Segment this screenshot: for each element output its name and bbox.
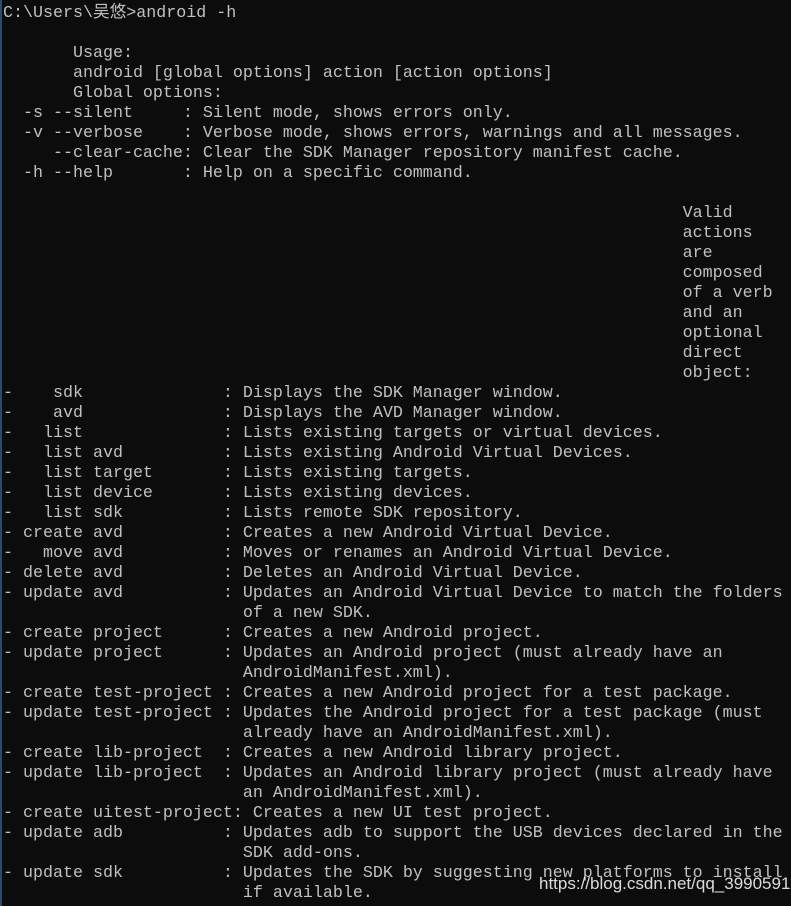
console-line: Valid bbox=[3, 204, 733, 223]
console-line: -v --verbose : Verbose mode, shows error… bbox=[3, 124, 743, 143]
console-line: - move avd : Moves or renames an Android… bbox=[3, 544, 673, 563]
console-line: actions bbox=[3, 224, 753, 243]
console-line: - avd : Displays the AVD Manager window. bbox=[3, 404, 563, 423]
console-line: - update adb : Updates adb to support th… bbox=[3, 824, 783, 843]
console-line: optional bbox=[3, 324, 763, 343]
console-line: Usage: bbox=[3, 44, 133, 63]
console-line: already have an AndroidManifest.xml). bbox=[3, 724, 613, 743]
console-line: an AndroidManifest.xml). bbox=[3, 784, 483, 803]
console-line: - sdk : Displays the SDK Manager window. bbox=[3, 384, 563, 403]
console-line: - delete avd : Deletes an Android Virtua… bbox=[3, 564, 583, 583]
console-line: of a new SDK. bbox=[3, 604, 373, 623]
console-line: direct bbox=[3, 344, 743, 363]
console-line: - list : Lists existing targets or virtu… bbox=[3, 424, 663, 443]
console-line: of a verb bbox=[3, 284, 773, 303]
watermark: https://blog.csdn.net/qq_39905917 bbox=[539, 874, 791, 893]
console-line: and an bbox=[3, 304, 743, 323]
console-line: -s --silent : Silent mode, shows errors … bbox=[3, 104, 513, 123]
console-line: - create avd : Creates a new Android Vir… bbox=[3, 524, 613, 543]
console-line: - create uitest-project: Creates a new U… bbox=[3, 804, 553, 823]
console-line: - update avd : Updates an Android Virtua… bbox=[3, 584, 783, 603]
console-line: SDK add-ons. bbox=[3, 844, 363, 863]
console-line: - list avd : Lists existing Android Virt… bbox=[3, 444, 633, 463]
console-line: -h --help : Help on a specific command. bbox=[3, 164, 473, 183]
console-line: AndroidManifest.xml). bbox=[3, 664, 453, 683]
console-line: - update test-project : Updates the Andr… bbox=[3, 704, 763, 723]
console-line: composed bbox=[3, 264, 763, 283]
console-line: - list device : Lists existing devices. bbox=[3, 484, 473, 503]
command-prompt-line: C:\Users\吴悠>android -h bbox=[3, 4, 237, 23]
console-line: - update lib-project : Updates an Androi… bbox=[3, 764, 773, 783]
console-line: - list sdk : Lists remote SDK repository… bbox=[3, 504, 523, 523]
console-line: - update project : Updates an Android pr… bbox=[3, 644, 723, 663]
console-line: android [global options] action [action … bbox=[3, 64, 553, 83]
console-line: Global options: bbox=[3, 84, 223, 103]
console-line: object: bbox=[3, 364, 753, 383]
console-line: - create test-project : Creates a new An… bbox=[3, 684, 733, 703]
console-window[interactable]: C:\Users\吴悠>android -h Usage: android [g… bbox=[0, 0, 791, 906]
console-line: --clear-cache: Clear the SDK Manager rep… bbox=[3, 144, 683, 163]
console-line: - create project : Creates a new Android… bbox=[3, 624, 543, 643]
console-output: C:\Users\吴悠>android -h Usage: android [g… bbox=[3, 4, 783, 904]
console-line: - create lib-project : Creates a new And… bbox=[3, 744, 623, 763]
console-line: are bbox=[3, 244, 713, 263]
console-line: - list target : Lists existing targets. bbox=[3, 464, 473, 483]
